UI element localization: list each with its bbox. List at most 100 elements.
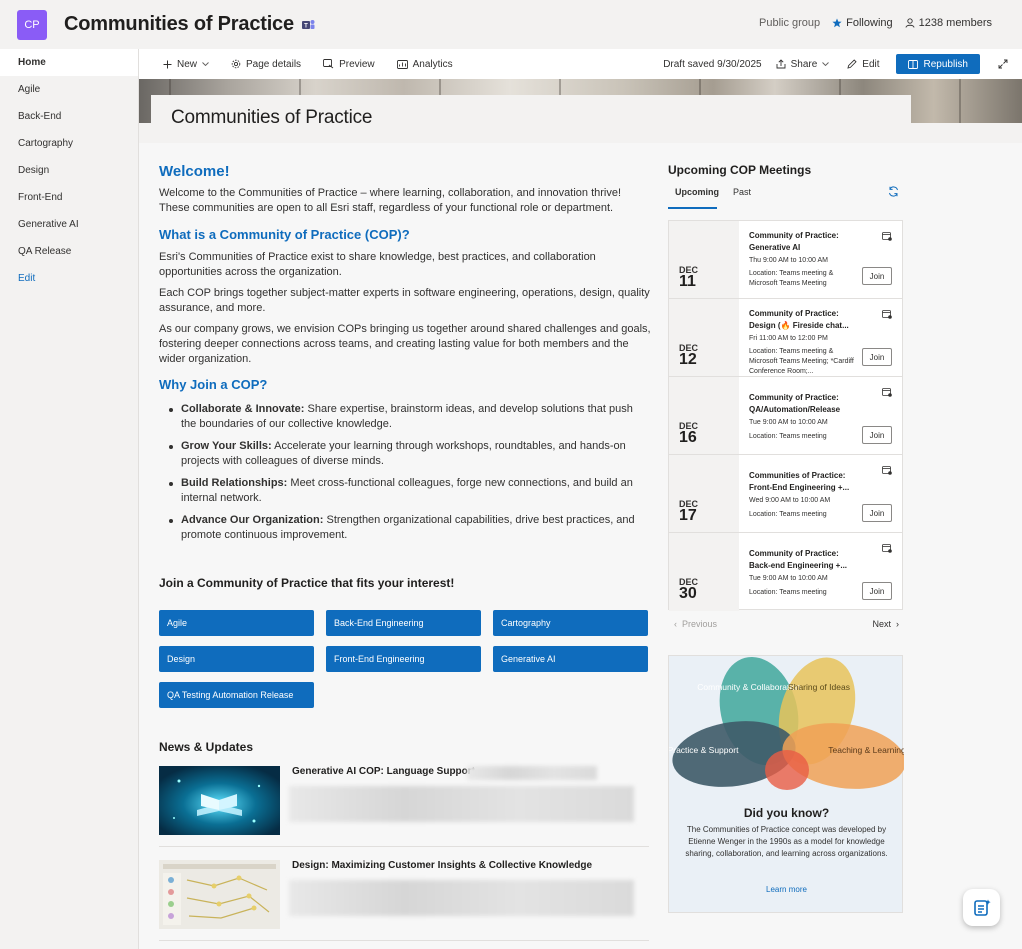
notes-sparkle-icon <box>973 899 991 916</box>
venn-label-community: Community & Collaboration <box>697 682 801 692</box>
title-area: Communities of Practice <box>151 95 911 143</box>
cop-button-back-end[interactable]: Back-End Engineering <box>326 610 481 636</box>
news-item[interactable]: Design: Maximizing Customer Insights & C… <box>159 860 649 930</box>
did-you-know-card: Community & Collaboration Sharing of Ide… <box>668 655 904 913</box>
join-button[interactable]: Join <box>862 504 892 522</box>
why-heading: Why Join a COP? <box>159 377 268 392</box>
cop-button-generative-ai[interactable]: Generative AI <box>493 646 648 672</box>
canvas-body: Welcome! Welcome to the Communities of P… <box>139 143 1022 949</box>
benefit-item: Grow Your Skills: Accelerate your learni… <box>169 439 651 469</box>
page-details-button[interactable]: Page details <box>231 59 301 70</box>
following-label: Following <box>846 17 893 29</box>
add-to-calendar-icon[interactable] <box>882 387 892 397</box>
event-item[interactable]: DEC 12 Community of Practice: Design (🔥 … <box>669 299 902 377</box>
tab-past[interactable]: Past <box>733 187 751 207</box>
news-item[interactable]: Generative AI COP: Language Support <box>159 766 649 836</box>
nav-item-qa-release[interactable]: QA Release <box>0 238 138 265</box>
preview-icon <box>323 59 334 69</box>
join-button[interactable]: Join <box>862 267 892 285</box>
republish-button[interactable]: Republish <box>895 54 980 74</box>
event-item[interactable]: DEC 16 Community of Practice: QA/Automat… <box>669 377 902 455</box>
add-to-calendar-icon[interactable] <box>882 231 892 241</box>
news-headline[interactable]: Generative AI COP: Language Support <box>292 766 475 777</box>
cop-button-agile[interactable]: Agile <box>159 610 314 636</box>
news-divider <box>159 846 649 847</box>
learn-more-link[interactable]: Learn more <box>669 885 904 894</box>
add-to-calendar-icon[interactable] <box>882 309 892 319</box>
event-time: Thu 9:00 AM to 10:00 AM <box>749 257 828 264</box>
join-button[interactable]: Join <box>862 426 892 444</box>
events-pager: ‹ Previous Next › <box>668 619 903 633</box>
copilot-button[interactable] <box>963 889 1000 926</box>
nav-item-cartography[interactable]: Cartography <box>0 130 138 157</box>
page-details-label: Page details <box>246 58 302 70</box>
edit-button[interactable]: Edit <box>847 59 880 70</box>
tab-underline <box>668 207 717 209</box>
event-name[interactable]: Community of Practice: Generative AI <box>749 230 859 254</box>
benefit-item: Collaborate & Innovate: Share expertise,… <box>169 402 651 432</box>
nav-item-back-end[interactable]: Back-End <box>0 103 138 130</box>
event-day: 17 <box>679 507 697 524</box>
new-button[interactable]: New <box>163 59 209 70</box>
news-heading: News & Updates <box>159 740 254 754</box>
join-button[interactable]: Join <box>862 348 892 366</box>
nav-item-front-end[interactable]: Front-End <box>0 184 138 211</box>
benefits-list: Collaborate & Innovate: Share expertise,… <box>169 402 651 543</box>
event-item[interactable]: DEC 17 Communities of Practice: Front-En… <box>669 455 902 533</box>
previous-button[interactable]: ‹ Previous <box>674 619 717 629</box>
news-thumbnail <box>159 860 280 929</box>
members-button[interactable]: 1238 members <box>905 17 992 29</box>
nav-item-agile[interactable]: Agile <box>0 76 138 103</box>
did-you-know-text: The Communities of Practice concept was … <box>685 825 888 858</box>
teams-icon: T <box>301 20 315 30</box>
share-button[interactable]: Share <box>776 59 830 70</box>
did-you-know-title: Did you know? <box>743 806 830 820</box>
news-headline[interactable]: Design: Maximizing Customer Insights & C… <box>292 860 592 871</box>
event-name[interactable]: Communities of Practice: Front-End Engin… <box>749 470 859 494</box>
event-day: 12 <box>679 351 697 368</box>
refresh-icon[interactable] <box>888 186 899 197</box>
nav-edit-link[interactable]: Edit <box>0 265 138 292</box>
analytics-button[interactable]: Analytics <box>396 59 453 70</box>
nav-item-generative-ai[interactable]: Generative AI <box>0 211 138 238</box>
site-title[interactable]: Communities of Practice <box>64 13 294 36</box>
cop-button-qa[interactable]: QA Testing Automation Release <box>159 682 314 708</box>
event-name[interactable]: Community of Practice: QA/Automation/Rel… <box>749 392 859 416</box>
cop-button-cartography[interactable]: Cartography <box>493 610 648 636</box>
news-thumbnail <box>159 766 280 835</box>
draft-status: Draft saved 9/30/2025 <box>663 58 762 70</box>
event-item[interactable]: DEC 11 Community of Practice: Generative… <box>669 221 902 299</box>
gear-icon <box>231 59 241 69</box>
expand-icon[interactable] <box>998 59 1008 69</box>
preview-label: Preview <box>339 58 375 70</box>
redacted-text <box>289 880 634 916</box>
tab-upcoming[interactable]: Upcoming <box>675 187 719 207</box>
event-name[interactable]: Community of Practice: Back-end Engineer… <box>749 548 859 572</box>
site-header: CP Communities of Practice T Public grou… <box>0 0 1022 49</box>
cop-button-design[interactable]: Design <box>159 646 314 672</box>
join-button[interactable]: Join <box>862 582 892 600</box>
add-to-calendar-icon[interactable] <box>882 543 892 553</box>
following-button[interactable]: Following <box>832 17 893 29</box>
site-logo[interactable]: CP <box>17 9 47 40</box>
nav-item-design[interactable]: Design <box>0 157 138 184</box>
preview-button[interactable]: Preview <box>323 59 375 70</box>
nav-item-home[interactable]: Home <box>0 49 138 76</box>
venn-label-practice: Practice & Support <box>669 745 739 755</box>
news-divider <box>159 940 649 941</box>
event-location: Location: Teams meeting & Microsoft Team… <box>749 270 834 287</box>
page-title: Communities of Practice <box>171 107 373 128</box>
command-bar: New Page details Preview Analytics Draft… <box>139 49 1022 79</box>
event-item[interactable]: DEC 30 Community of Practice: Back-end E… <box>669 533 902 611</box>
next-button[interactable]: Next › <box>872 619 899 629</box>
cop-button-front-end[interactable]: Front-End Engineering <box>326 646 481 672</box>
add-to-calendar-icon[interactable] <box>882 465 892 475</box>
event-day: 16 <box>679 429 697 446</box>
event-location: Location: Teams meeting <box>749 589 827 596</box>
share-icon <box>776 59 786 69</box>
welcome-text: Welcome to the Communities of Practice –… <box>159 187 622 214</box>
redacted-text <box>467 766 597 780</box>
page-canvas: Welcome! Welcome to the Communities of P… <box>139 95 1022 949</box>
event-time: Tue 9:00 AM to 10:00 AM <box>749 419 828 426</box>
event-name[interactable]: Community of Practice: Design (🔥 Firesid… <box>749 308 859 332</box>
